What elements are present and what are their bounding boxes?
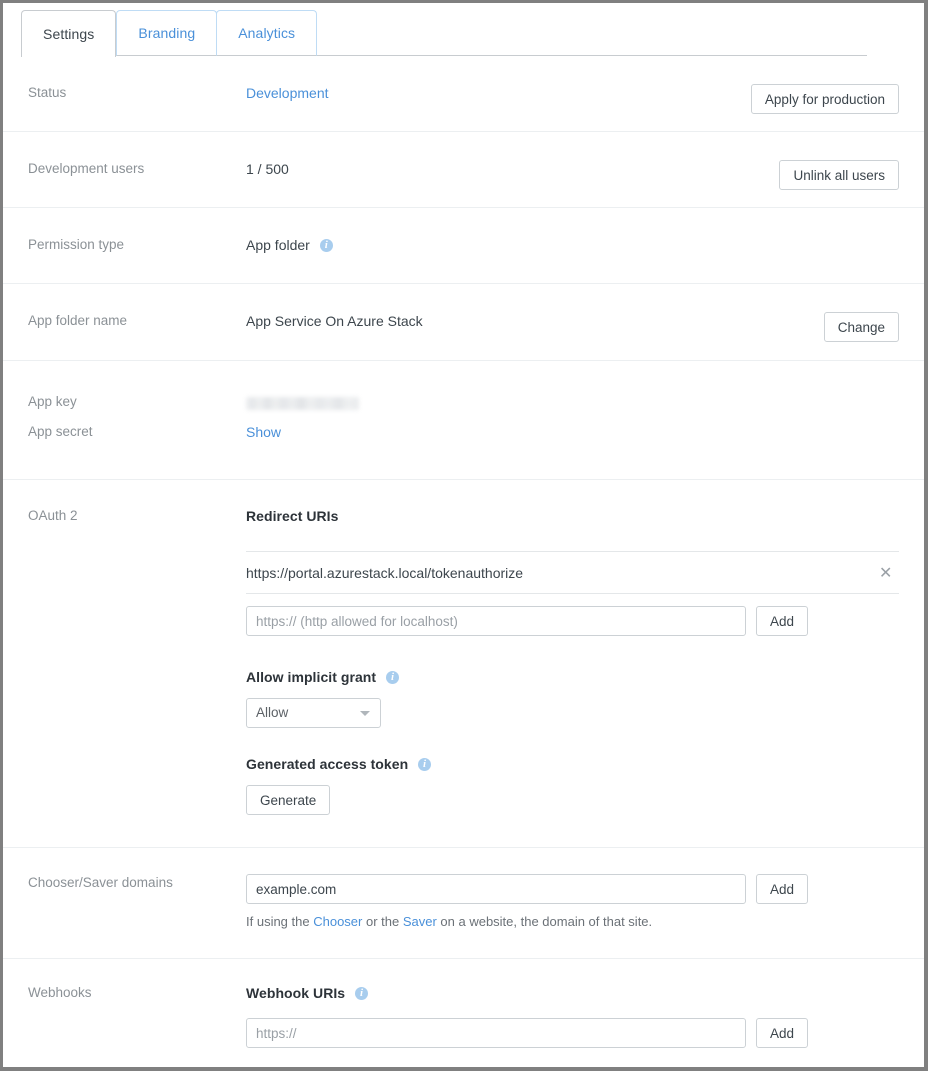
oauth2-label: OAuth 2 xyxy=(28,507,246,525)
webhook-uris-heading: Webhook URIs xyxy=(246,985,345,1001)
info-icon[interactable] xyxy=(355,987,368,1000)
spacer xyxy=(246,773,899,785)
row-status: Status Development Apply for production xyxy=(3,56,924,131)
chooser-saver-domains-label: Chooser/Saver domains xyxy=(28,874,246,892)
tab-analytics[interactable]: Analytics xyxy=(216,10,317,56)
spacer xyxy=(246,594,899,606)
generated-access-token-heading-row: Generated access token xyxy=(246,755,899,773)
webhook-uris-heading-row: Webhook URIs xyxy=(246,984,899,1002)
row-app-folder-name: App folder name App Service On Azure Sta… xyxy=(3,283,924,360)
app-secret-value: Show xyxy=(246,417,359,447)
row-app-credentials: App key App secret Show xyxy=(3,360,924,479)
redirect-uri-item: https://portal.azurestack.local/tokenaut… xyxy=(246,551,899,594)
generated-access-token-heading: Generated access token xyxy=(246,756,408,772)
app-folder-name-value: App Service On Azure Stack xyxy=(246,313,423,329)
app-key-label: App key xyxy=(28,387,246,417)
development-users-label: Development users xyxy=(28,160,246,178)
redirect-uris-heading: Redirect URIs xyxy=(246,507,899,525)
permission-type-label: Permission type xyxy=(28,236,246,254)
saver-link[interactable]: Saver xyxy=(403,914,437,929)
row-oauth2: OAuth 2 Redirect URIs https://portal.azu… xyxy=(3,479,924,847)
webhook-uri-input[interactable] xyxy=(246,1018,746,1048)
show-app-secret-link[interactable]: Show xyxy=(246,424,281,440)
spacer xyxy=(246,636,899,668)
implicit-grant-selected-value: Allow xyxy=(256,704,288,722)
development-users-count: 1 / 500 xyxy=(246,161,289,177)
remove-redirect-uri-icon[interactable]: ✕ xyxy=(873,564,891,582)
hint-prefix: If using the xyxy=(246,914,313,929)
tab-bar: Settings Branding Analytics xyxy=(21,3,924,56)
info-icon[interactable] xyxy=(386,671,399,684)
app-folder-name-value-cell: App Service On Azure Stack Change xyxy=(246,312,899,330)
row-chooser-saver-domains: Chooser/Saver domains Add If using the C… xyxy=(3,847,924,958)
tab-branding-label: Branding xyxy=(138,25,195,41)
chooser-saver-domain-input[interactable] xyxy=(246,874,746,904)
unlink-all-users-button[interactable]: Unlink all users xyxy=(779,160,899,190)
app-key-value xyxy=(246,387,359,417)
app-key-redacted xyxy=(246,397,359,410)
webhook-input-row: Add xyxy=(246,1018,899,1048)
permission-type-value: App folder xyxy=(246,237,310,253)
add-redirect-uri-button[interactable]: Add xyxy=(756,606,808,636)
app-folder-name-label: App folder name xyxy=(28,312,246,330)
tab-branding[interactable]: Branding xyxy=(116,10,217,56)
generate-token-button[interactable]: Generate xyxy=(246,785,330,815)
spacer xyxy=(246,1002,899,1018)
settings-content: Status Development Apply for production … xyxy=(3,56,924,1071)
app-credentials-values: Show xyxy=(246,387,359,447)
info-icon[interactable] xyxy=(320,239,333,252)
status-value-cell: Development Apply for production xyxy=(246,84,899,102)
add-webhook-uri-button[interactable]: Add xyxy=(756,1018,808,1048)
redirect-uri-text: https://portal.azurestack.local/tokenaut… xyxy=(246,564,523,582)
chooser-saver-input-row: Add xyxy=(246,874,899,904)
permission-type-value-cell: App folder xyxy=(246,236,899,254)
redirect-uri-input[interactable] xyxy=(246,606,746,636)
spacer xyxy=(246,525,899,551)
status-badge[interactable]: Development xyxy=(246,85,329,101)
chooser-link[interactable]: Chooser xyxy=(313,914,362,929)
allow-implicit-grant-heading-row: Allow implicit grant xyxy=(246,668,899,686)
redirect-uri-list: https://portal.azurestack.local/tokenaut… xyxy=(246,551,899,594)
row-development-users: Development users 1 / 500 Unlink all use… xyxy=(3,131,924,207)
tab-analytics-label: Analytics xyxy=(238,25,295,41)
redirect-uri-add-row: Add xyxy=(246,606,899,636)
apply-for-production-button[interactable]: Apply for production xyxy=(751,84,899,114)
add-chooser-saver-domain-button[interactable]: Add xyxy=(756,874,808,904)
spacer xyxy=(246,686,899,698)
tab-settings[interactable]: Settings xyxy=(21,10,116,57)
webhooks-value-cell: Webhook URIs Add xyxy=(246,984,899,1048)
app-secret-label: App secret xyxy=(28,417,246,447)
chooser-saver-value-cell: Add If using the Chooser or the Saver on… xyxy=(246,874,899,931)
change-folder-name-button[interactable]: Change xyxy=(824,312,899,342)
hint-suffix: on a website, the domain of that site. xyxy=(437,914,652,929)
info-icon[interactable] xyxy=(418,758,431,771)
status-label: Status xyxy=(28,84,246,102)
row-permission-type: Permission type App folder xyxy=(3,207,924,283)
hint-middle: or the xyxy=(362,914,402,929)
tab-settings-label: Settings xyxy=(43,26,94,42)
row-webhooks: Webhooks Webhook URIs Add xyxy=(3,958,924,1071)
spacer xyxy=(246,728,899,755)
allow-implicit-grant-heading: Allow implicit grant xyxy=(246,669,376,685)
implicit-grant-select[interactable]: Allow xyxy=(246,698,381,728)
development-users-value-cell: 1 / 500 Unlink all users xyxy=(246,160,899,178)
chooser-saver-hint: If using the Chooser or the Saver on a w… xyxy=(246,913,899,931)
app-credentials-labels: App key App secret xyxy=(28,387,246,447)
webhooks-label: Webhooks xyxy=(28,984,246,1002)
oauth2-value-cell: Redirect URIs https://portal.azurestack.… xyxy=(246,507,899,815)
app-settings-window: Settings Branding Analytics Status Devel… xyxy=(0,0,928,1071)
